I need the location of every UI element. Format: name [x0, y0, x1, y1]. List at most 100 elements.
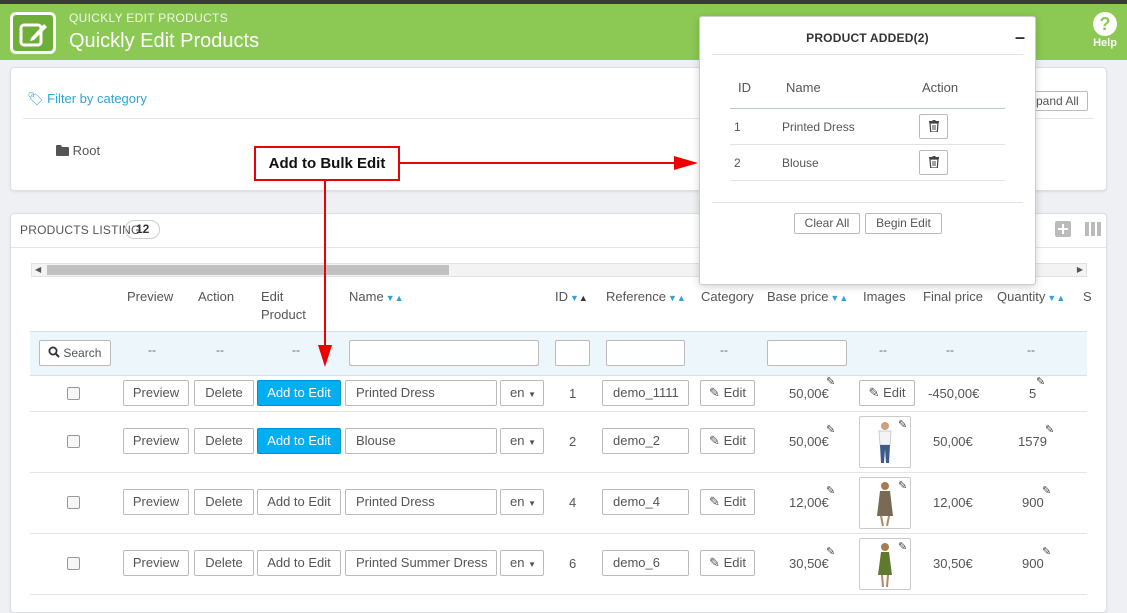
filter-placeholder: -- [292, 343, 300, 357]
caret-down-icon: ▼ [528, 438, 537, 447]
pencil-icon[interactable]: ✎ [1036, 375, 1045, 388]
sort-icon[interactable]: ▼▲ [830, 293, 848, 303]
pencil-icon[interactable]: ✎ [898, 540, 907, 553]
add-to-edit-button[interactable]: Add to Edit [257, 550, 341, 576]
caret-down-icon: ▼ [528, 390, 537, 399]
add-to-edit-button[interactable]: Add to Edit [257, 428, 341, 454]
divider [730, 108, 1005, 109]
id-filter-input[interactable] [555, 340, 590, 366]
preview-button[interactable]: Preview [123, 550, 189, 576]
col-id[interactable]: ID ▼▲ [555, 289, 588, 304]
language-select[interactable]: en ▼ [500, 489, 544, 515]
row-divider [30, 594, 1087, 595]
tree-item-root[interactable]: Root [56, 143, 100, 158]
scroll-thumb[interactable] [47, 265, 449, 275]
expand-all-button[interactable]: pand All [1027, 91, 1088, 111]
remove-item-button[interactable] [919, 150, 948, 175]
pencil-icon: ✎ [709, 555, 720, 570]
delete-button[interactable]: Delete [194, 489, 254, 515]
language-select[interactable]: en ▼ [500, 380, 544, 406]
popup-col-id: ID [738, 80, 751, 95]
col-reference-label: Reference [606, 289, 666, 304]
add-new-icon[interactable] [1052, 220, 1074, 242]
row-checkbox[interactable] [67, 435, 80, 448]
question-icon: ? [1093, 12, 1117, 36]
sort-icon[interactable]: ▼▲ [386, 293, 404, 303]
pencil-icon: ✎ [868, 385, 880, 400]
quantity: 1579 [1018, 434, 1047, 449]
pencil-icon[interactable]: ✎ [826, 375, 835, 388]
language-value: en [510, 385, 525, 400]
filter-placeholder: -- [946, 343, 954, 357]
pencil-icon[interactable]: ✎ [826, 545, 835, 558]
final-price: -450,00€ [928, 386, 980, 401]
product-name-input[interactable]: Printed Dress [345, 489, 497, 515]
row-checkbox[interactable] [67, 557, 80, 570]
delete-button[interactable]: Delete [194, 380, 254, 406]
reference-filter-input[interactable] [606, 340, 685, 366]
delete-button[interactable]: Delete [194, 428, 254, 454]
search-button[interactable]: Search [39, 340, 111, 366]
row-checkbox[interactable] [67, 387, 80, 400]
tree-item-label: Root [72, 143, 101, 158]
language-select[interactable]: en ▼ [500, 550, 544, 576]
base-price-filter-input[interactable] [767, 340, 847, 366]
col-name[interactable]: Name ▼▲ [349, 289, 404, 304]
edit-category-button[interactable]: ✎ Edit [700, 550, 755, 576]
col-quantity[interactable]: Quantity ▼▲ [997, 289, 1065, 304]
product-name-input[interactable]: Blouse [345, 428, 497, 454]
clear-all-button[interactable]: Clear All [794, 213, 860, 234]
reference-input[interactable]: demo_1111 [602, 380, 689, 406]
popup-col-action: Action [922, 80, 959, 95]
col-reference[interactable]: Reference ▼▲ [606, 289, 686, 304]
pencil-icon[interactable]: ✎ [1042, 484, 1051, 497]
preview-button[interactable]: Preview [123, 380, 189, 406]
final-price: 50,00€ [933, 434, 973, 449]
col-base-price[interactable]: Base price ▼▲ [767, 289, 848, 304]
reference-input[interactable]: demo_4 [602, 489, 689, 515]
col-preview: Preview [127, 289, 174, 304]
preview-button[interactable]: Preview [123, 428, 189, 454]
pencil-icon[interactable]: ✎ [1042, 545, 1051, 558]
sort-icon[interactable]: ▼▲ [570, 293, 588, 303]
scroll-right-icon[interactable]: ▶ [1077, 264, 1083, 276]
product-name-input[interactable]: Printed Summer Dress [345, 550, 497, 576]
row-checkbox[interactable] [67, 496, 80, 509]
remove-item-button[interactable] [919, 114, 948, 139]
name-filter-input[interactable] [349, 340, 539, 366]
pencil-icon[interactable]: ✎ [826, 484, 835, 497]
language-value: en [510, 433, 525, 448]
edit-category-button[interactable]: ✎ Edit [700, 489, 755, 515]
sort-icon[interactable]: ▼▲ [1047, 293, 1065, 303]
add-to-edit-button[interactable]: Add to Edit [257, 380, 341, 406]
edit-label: Edit [723, 494, 746, 509]
help-button[interactable]: ? Help [1087, 12, 1123, 49]
delete-button[interactable]: Delete [194, 550, 254, 576]
sort-icon[interactable]: ▼▲ [668, 293, 686, 303]
popup-item-id: 2 [734, 156, 741, 170]
product-name-input[interactable]: Printed Dress [345, 380, 497, 406]
filter-placeholder: -- [216, 343, 224, 357]
search-label: Search [63, 346, 102, 360]
col-edit-product-line2: Product [261, 307, 306, 322]
columns-icon[interactable] [1082, 220, 1104, 242]
scroll-left-icon[interactable]: ◀ [35, 264, 41, 276]
filter-by-category-link[interactable]: 🏷︎ Filter by category [27, 91, 147, 107]
divider [730, 180, 1005, 181]
reference-input[interactable]: demo_2 [602, 428, 689, 454]
reference-input[interactable]: demo_6 [602, 550, 689, 576]
product-added-popup: PRODUCT ADDED(2) – ID Name Action 1 Prin… [699, 16, 1036, 285]
pencil-icon[interactable]: ✎ [826, 423, 835, 436]
add-to-edit-button[interactable]: Add to Edit [257, 489, 341, 515]
edit-category-button[interactable]: ✎ Edit [700, 428, 755, 454]
edit-images-button[interactable]: ✎ Edit [859, 380, 915, 406]
preview-button[interactable]: Preview [123, 489, 189, 515]
language-select[interactable]: en ▼ [500, 428, 544, 454]
pencil-icon[interactable]: ✎ [898, 479, 907, 492]
minimize-icon[interactable]: – [1015, 28, 1025, 46]
begin-edit-button[interactable]: Begin Edit [865, 213, 942, 234]
edit-category-button[interactable]: ✎ Edit [700, 380, 755, 406]
pencil-icon[interactable]: ✎ [1045, 423, 1054, 436]
col-action: Action [198, 289, 235, 304]
pencil-icon[interactable]: ✎ [898, 418, 907, 431]
